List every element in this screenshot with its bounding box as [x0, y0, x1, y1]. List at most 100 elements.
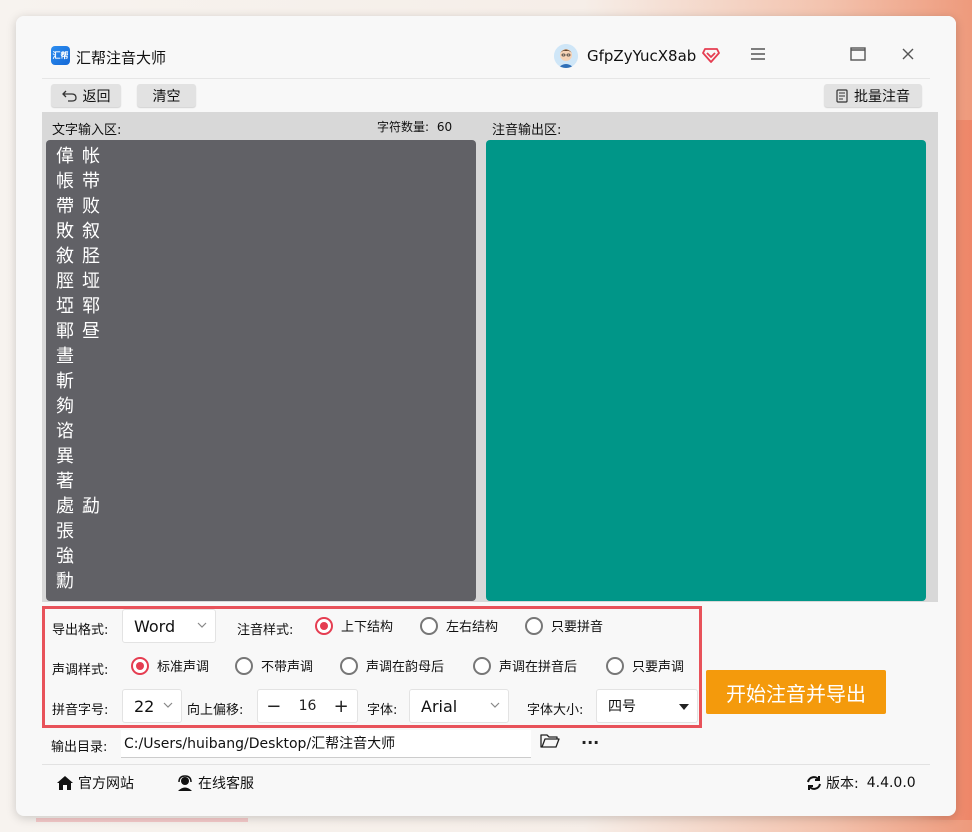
title-bar: 汇帮 汇帮注音大师 GfpZyYucX8ab: [16, 16, 956, 78]
batch-annotate-button[interactable]: 批量注音: [824, 84, 922, 107]
user-avatar-icon[interactable]: [554, 44, 578, 68]
input-char: 鄆: [56, 321, 74, 342]
main-area: 文字输入区: 字符数量: 60 注音输出区: 偉帳帶敗敘脛埡鄆晝斬夠谘異著處張強…: [42, 112, 938, 602]
input-char: 著: [56, 471, 74, 492]
input-char: 處: [56, 496, 74, 517]
tone-style-label: 声调样式:: [52, 663, 109, 678]
batch-annotate-label: 批量注音: [854, 88, 910, 105]
radio-annotation-pinyin-only[interactable]: 只要拼音: [525, 616, 603, 635]
input-char: 脛: [56, 271, 74, 292]
pinyin-size-select[interactable]: 22: [122, 689, 182, 723]
input-area-label: 文字输入区:: [52, 123, 122, 138]
radio-label: 左右结构: [446, 620, 499, 635]
folder-open-icon[interactable]: [540, 733, 560, 753]
input-char: 谘: [56, 421, 74, 442]
document-icon: [836, 88, 848, 103]
offset-value[interactable]: 16: [290, 698, 326, 714]
text-input-area[interactable]: 偉帳帶敗敘脛埡鄆晝斬夠谘異著處張強勳 帐带败叙胫垭郓昼勐: [46, 140, 476, 601]
font-size-label: 字体大小:: [527, 703, 584, 718]
version-value: 4.4.0.0: [866, 775, 916, 791]
refresh-icon: [807, 776, 821, 790]
username[interactable]: GfpZyYucX8ab: [587, 47, 696, 65]
back-button[interactable]: 返回: [51, 84, 121, 107]
radio-unselected-icon: [235, 656, 253, 675]
offset-label: 向上偏移:: [187, 703, 244, 718]
close-icon[interactable]: [898, 44, 918, 64]
clear-button[interactable]: 清空: [137, 84, 196, 107]
caret-down-icon: [679, 702, 689, 712]
online-support-link[interactable]: 在线客服: [176, 773, 254, 793]
radio-annotation-top-bottom[interactable]: 上下结构: [315, 616, 393, 635]
radio-tone-after-pinyin[interactable]: 声调在拼音后: [473, 656, 577, 675]
chevron-down-icon: [163, 700, 173, 710]
headset-icon: [178, 775, 192, 791]
plus-button[interactable]: +: [325, 696, 357, 717]
app-logo-icon: 汇帮: [51, 46, 70, 65]
annotation-style-label: 注音样式:: [237, 623, 294, 638]
radio-unselected-icon: [525, 616, 543, 635]
footer: 官方网站 在线客服 版本: 4.4.0.0: [42, 764, 930, 804]
offset-stepper[interactable]: − 16 +: [257, 689, 358, 723]
input-char: 败: [82, 196, 100, 217]
pinyin-size-label: 拼音字号:: [52, 703, 109, 718]
export-format-value: Word: [134, 616, 176, 636]
pinyin-size-value: 22: [134, 696, 155, 716]
version-info[interactable]: 版本: 4.4.0.0: [806, 773, 916, 793]
radio-label: 只要声调: [632, 660, 685, 675]
menu-icon[interactable]: [748, 44, 768, 64]
radio-label: 只要拼音: [551, 620, 604, 635]
home-icon: [57, 776, 73, 790]
background-stripe: [36, 818, 248, 822]
input-char: 带: [82, 171, 100, 192]
input-char: 敘: [56, 246, 74, 267]
radio-selected-icon: [315, 616, 333, 635]
input-char: [82, 369, 100, 394]
input-column-1: 偉帳帶敗敘脛埡鄆晝斬夠谘異著處張強勳: [56, 144, 74, 594]
radio-label: 声调在韵母后: [366, 660, 445, 675]
char-count-label: 字符数量:: [377, 120, 430, 134]
input-char: 偉: [56, 146, 74, 167]
font-size-select[interactable]: 四号: [596, 689, 698, 723]
input-char: 強: [56, 546, 74, 567]
radio-tone-after-final[interactable]: 声调在韵母后: [340, 656, 444, 675]
input-char: 夠: [56, 396, 74, 417]
radio-tone-none[interactable]: 不带声调: [235, 656, 313, 675]
chevron-down-icon: [197, 620, 207, 630]
input-char: 帳: [56, 171, 74, 192]
minus-button[interactable]: −: [258, 696, 290, 717]
export-format-label: 导出格式:: [52, 623, 109, 638]
options-panel: 导出格式: Word 注音样式: 上下结构 左右结构 只要拼音 声调样式: 标准…: [42, 606, 702, 728]
clear-button-label: 清空: [152, 88, 181, 105]
annotation-output-area[interactable]: [486, 140, 926, 601]
more-options-icon[interactable]: ···: [581, 733, 599, 752]
input-char: 昼: [82, 321, 100, 342]
input-column-2: 帐带败叙胫垭郓昼勐: [82, 144, 100, 594]
vip-diamond-icon[interactable]: [702, 46, 720, 64]
input-char: 斬: [56, 371, 74, 392]
radio-annotation-left-right[interactable]: 左右结构: [420, 616, 498, 635]
back-arrow-icon: [61, 90, 77, 102]
radio-unselected-icon: [420, 616, 438, 635]
input-char: 異: [56, 446, 74, 467]
output-dir-input[interactable]: C:/Users/huibang/Desktop/汇帮注音大师: [121, 730, 531, 758]
version-label: 版本:: [826, 776, 859, 792]
input-char: [82, 469, 100, 494]
official-website-link[interactable]: 官方网站: [56, 773, 134, 793]
font-select[interactable]: Arial: [409, 689, 509, 723]
char-count: 字符数量: 60: [377, 118, 452, 135]
radio-tone-standard[interactable]: 标准声调: [131, 656, 209, 675]
font-size-value: 四号: [608, 699, 636, 715]
radio-tone-only[interactable]: 只要声调: [606, 656, 684, 675]
radio-label: 声调在拼音后: [499, 660, 578, 675]
app-title: 汇帮注音大师: [76, 49, 167, 67]
input-char: 勳: [56, 571, 74, 592]
radio-label: 标准声调: [157, 660, 210, 675]
input-char: 晝: [56, 346, 74, 367]
back-button-label: 返回: [82, 88, 111, 105]
online-support-label: 在线客服: [198, 776, 254, 792]
radio-label: 上下结构: [341, 620, 394, 635]
input-char: [82, 394, 100, 419]
start-export-button[interactable]: 开始注音并导出: [706, 670, 886, 714]
maximize-icon[interactable]: [848, 44, 868, 64]
export-format-select[interactable]: Word: [122, 609, 216, 643]
